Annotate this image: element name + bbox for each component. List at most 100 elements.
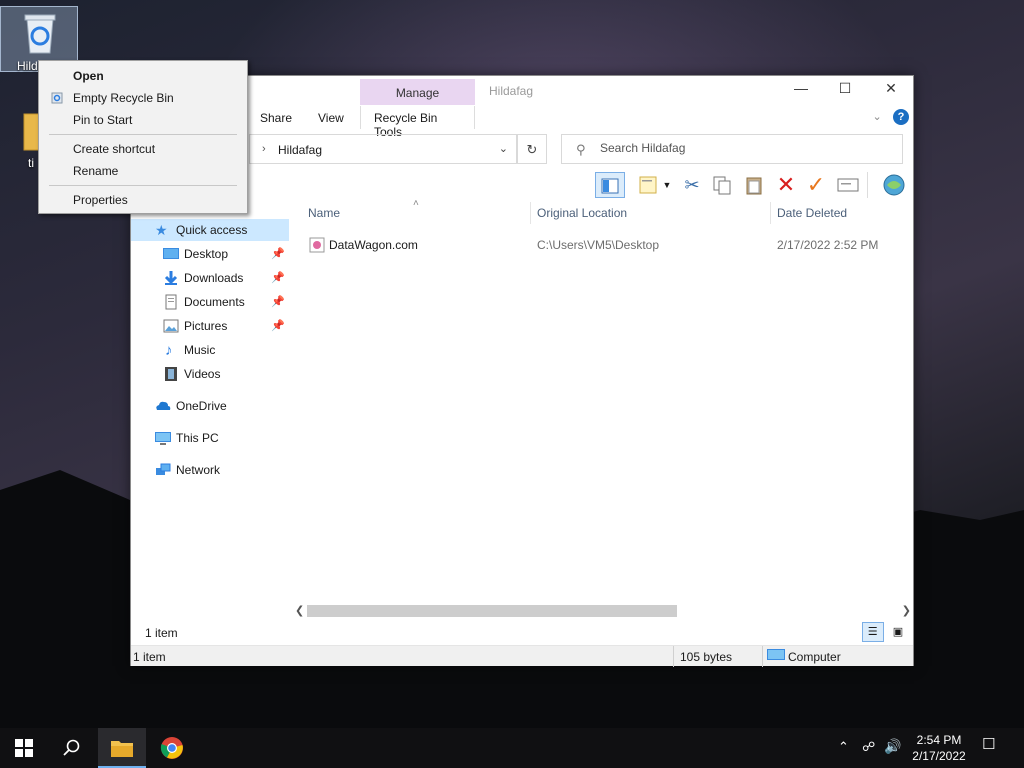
chrome-taskbar-button[interactable] xyxy=(148,728,196,768)
status-location: Computer xyxy=(788,650,841,664)
pin-icon: 📌 xyxy=(271,248,285,260)
address-text: Hildafag xyxy=(278,143,323,157)
nav-network[interactable]: Network xyxy=(131,459,289,481)
menu-item-create-shortcut[interactable]: Create shortcut xyxy=(39,138,247,160)
document-icon xyxy=(165,294,177,310)
horizontal-scrollbar[interactable]: ❮ ❯ xyxy=(291,602,913,620)
cloud-icon xyxy=(156,401,171,410)
nav-documents[interactable]: Documents 📌 xyxy=(131,291,289,313)
chrome-icon xyxy=(160,737,183,759)
pin-icon: 📌 xyxy=(271,320,285,332)
preview-pane-icon[interactable] xyxy=(595,172,625,198)
view-toggle: ☰ ▣ xyxy=(861,622,909,642)
close-button[interactable]: ✕ xyxy=(871,80,911,102)
search-icon: ⚲ xyxy=(576,142,586,157)
delete-icon[interactable]: ✕ xyxy=(773,172,799,198)
large-icons-view-icon[interactable]: ▣ xyxy=(887,622,909,642)
file-explorer-taskbar-button[interactable] xyxy=(98,728,146,768)
folder-label: ti xyxy=(28,156,34,170)
film-icon xyxy=(165,367,177,381)
star-icon: ★ xyxy=(155,222,168,238)
help-icon[interactable]: ? xyxy=(893,109,909,125)
menu-item-empty-recycle-bin[interactable]: Empty Recycle Bin xyxy=(39,87,247,109)
ribbon-controls: ⌄ ? xyxy=(872,109,909,125)
windows-logo-icon xyxy=(15,739,33,757)
pictures-icon xyxy=(163,319,179,333)
nav-this-pc[interactable]: This PC xyxy=(131,427,289,449)
search-icon xyxy=(63,739,80,756)
clock-date: 2/17/2022 xyxy=(912,749,966,763)
nav-music[interactable]: ♪ Music xyxy=(131,339,289,361)
minimize-button[interactable]: — xyxy=(781,80,821,102)
nav-pictures[interactable]: Pictures 📌 xyxy=(131,315,289,337)
scroll-left-icon[interactable]: ❮ xyxy=(295,604,304,617)
shell-globe-icon[interactable] xyxy=(881,172,907,198)
recycle-bin-icon xyxy=(51,92,63,104)
details-view-icon[interactable]: ☰ xyxy=(861,622,884,642)
address-bar[interactable]: › Hildafag ⌄ xyxy=(249,134,517,164)
cut-icon[interactable]: ✂ xyxy=(679,172,705,198)
status-items: 1 item xyxy=(133,650,166,664)
scrollbar-thumb[interactable] xyxy=(307,605,677,617)
title-bar[interactable]: Manage Hildafag — ☐ ✕ xyxy=(131,76,913,106)
computer-icon xyxy=(155,432,171,445)
start-button[interactable] xyxy=(0,728,48,768)
volume-icon[interactable]: 🔊 xyxy=(884,738,901,754)
context-menu: Open Empty Recycle Bin Pin to Start Crea… xyxy=(38,60,248,214)
scroll-right-icon[interactable]: ❯ xyxy=(902,604,911,617)
address-dropdown-chevron-icon[interactable]: ⌄ xyxy=(499,142,508,155)
pin-icon: 📌 xyxy=(271,272,285,284)
tab-share[interactable]: Share xyxy=(260,111,292,125)
column-original-location[interactable]: Original Location xyxy=(537,206,627,220)
network-tray-icon[interactable]: ☍ xyxy=(862,739,875,755)
tab-manage[interactable]: Manage xyxy=(360,79,475,105)
clock-time: 2:54 PM xyxy=(916,733,962,747)
nav-onedrive[interactable]: OneDrive xyxy=(131,395,289,417)
folder-icon xyxy=(111,741,133,757)
menu-item-properties[interactable]: Properties xyxy=(39,189,247,211)
refresh-button[interactable]: ↻ xyxy=(517,134,547,164)
navigation-pane: ★ Quick access Desktop 📌 Downloads 📌 Doc… xyxy=(131,216,291,626)
clock[interactable]: 2:54 PM 2/17/2022 xyxy=(906,732,972,764)
notifications-icon[interactable]: ☐ xyxy=(982,737,995,753)
desktop-icon xyxy=(163,248,179,259)
nav-quick-access[interactable]: ★ Quick access xyxy=(131,219,289,241)
search-input[interactable] xyxy=(600,141,890,155)
dropdown-chevron-icon[interactable]: ▼ xyxy=(661,172,673,198)
maximize-button[interactable]: ☐ xyxy=(825,80,865,102)
nav-downloads[interactable]: Downloads 📌 xyxy=(131,267,289,289)
column-name[interactable]: Name xyxy=(308,206,340,220)
tab-recycle-bin-tools[interactable]: Recycle Bin Tools xyxy=(360,106,475,139)
column-date-deleted[interactable]: Date Deleted xyxy=(777,206,847,220)
file-date: 2/17/2022 2:52 PM xyxy=(777,238,879,252)
paste-icon[interactable] xyxy=(741,172,767,198)
restore-checkmark-icon[interactable]: ✓ xyxy=(803,172,829,198)
rename-icon[interactable] xyxy=(835,172,861,198)
status-bar: 1 item 105 bytes Computer xyxy=(131,645,913,667)
application-icon xyxy=(309,237,325,253)
music-note-icon: ♪ xyxy=(165,342,173,359)
copy-icon[interactable] xyxy=(709,172,735,198)
tab-view[interactable]: View xyxy=(318,111,344,125)
ribbon-expand-chevron-icon[interactable]: ⌄ xyxy=(872,111,881,123)
tray-chevron-icon[interactable]: ⌃ xyxy=(838,739,849,755)
file-location: C:\Users\VM5\Desktop xyxy=(537,238,660,252)
nav-videos[interactable]: Videos xyxy=(131,363,289,385)
sort-caret-icon: ˄ xyxy=(413,198,419,209)
file-name: DataWagon.com xyxy=(329,238,418,252)
table-row[interactable]: DataWagon.com C:\Users\VM5\Desktop 2/17/… xyxy=(299,234,909,256)
properties-note-icon[interactable] xyxy=(635,172,661,198)
search-button[interactable] xyxy=(48,728,96,768)
breadcrumb-separator-icon[interactable]: › xyxy=(262,143,266,155)
computer-icon xyxy=(767,649,785,660)
search-box[interactable]: ⚲ xyxy=(561,134,903,164)
menu-item-open[interactable]: Open xyxy=(39,65,247,87)
download-arrow-icon xyxy=(164,271,178,285)
menu-item-rename[interactable]: Rename xyxy=(39,160,247,182)
nav-desktop[interactable]: Desktop 📌 xyxy=(131,243,289,265)
recycle-bin-label: Hild xyxy=(17,59,38,73)
taskbar: ⌃ ☍ 🔊 2:54 PM 2/17/2022 ☐ xyxy=(0,728,1024,768)
recycle-bin-icon xyxy=(24,14,56,54)
menu-item-pin-to-start[interactable]: Pin to Start xyxy=(39,109,247,131)
address-row: › Hildafag ⌄ ↻ ⚲ xyxy=(131,134,913,164)
